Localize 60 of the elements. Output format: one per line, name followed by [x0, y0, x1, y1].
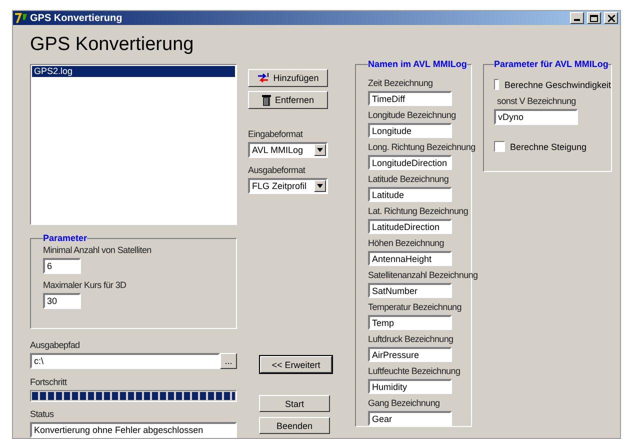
- input-field[interactable]: 6: [43, 258, 81, 274]
- minimize-button[interactable]: [570, 12, 584, 24]
- group-title: Namen im AVL MMILog: [368, 59, 467, 69]
- field-label: Ausgabepfad: [30, 340, 80, 351]
- input-field[interactable]: TimeDiff: [368, 91, 452, 106]
- field-label: Status: [30, 409, 54, 420]
- start-button[interactable]: Start: [259, 395, 330, 412]
- file-list-item[interactable]: GPS2.log: [32, 66, 235, 77]
- path-field[interactable]: c:\: [30, 353, 220, 369]
- page-heading: GPS Konvertierung: [30, 34, 195, 56]
- field-label: Ausgabeformat: [248, 165, 306, 176]
- input-field[interactable]: Temp: [368, 315, 452, 330]
- maximize-button[interactable]: [587, 12, 601, 24]
- window-title: GPS Konvertierung: [30, 12, 124, 24]
- field-label: Longitude Bezeichnung: [368, 110, 456, 121]
- add-arrows-icon: [257, 72, 270, 84]
- field-label: Höhen Bezeichnung: [368, 238, 444, 249]
- field-label: sonst V Bezeichnung: [497, 96, 576, 107]
- remove-button[interactable]: Entfernen: [248, 91, 328, 109]
- field-label: Maximaler Kurs für 3D: [43, 280, 126, 291]
- file-list[interactable]: GPS2.log: [30, 64, 237, 225]
- slope-checkbox[interactable]: Berechne Steigung: [494, 141, 611, 152]
- input-field[interactable]: LatitudeDirection: [368, 219, 452, 234]
- input-field[interactable]: vDyno: [494, 109, 578, 125]
- field-label: Eingabeformat: [248, 129, 303, 140]
- input-field[interactable]: SatNumber: [368, 283, 452, 298]
- field-label: Lat. Richtung Bezeichnung: [368, 206, 468, 217]
- group-title: Parameter für AVL MMILog: [494, 59, 608, 69]
- speed-checkbox[interactable]: Berechne Geschwindigkeit: [494, 79, 611, 90]
- add-button[interactable]: Hinzufügen: [248, 69, 328, 87]
- field-label: Luftfeuchte Bezeichnung: [368, 366, 460, 377]
- field-label: Luftdruck Bezeichnung: [368, 334, 454, 345]
- field-label: Gang Bezeichnung: [368, 398, 440, 409]
- field-label: Satellitenanzahl Bezeichnung: [368, 270, 478, 281]
- field-label: Long. Richtung Bezeichnung: [368, 142, 476, 153]
- input-field[interactable]: Gear: [368, 411, 452, 426]
- maximize-icon: [590, 14, 598, 22]
- field-label: Zeit Bezeichnung: [368, 78, 433, 89]
- advanced-button[interactable]: << Erweitert: [260, 356, 332, 373]
- input-field[interactable]: Humidity: [368, 379, 452, 394]
- input-field[interactable]: AntennaHeight: [368, 251, 452, 266]
- close-button[interactable]: [604, 12, 618, 24]
- format-dropdown[interactable]: AVL MMILog: [248, 142, 328, 158]
- browse-button[interactable]: ...: [220, 353, 237, 369]
- format-dropdown[interactable]: FLG Zeitprofil: [248, 178, 328, 194]
- field-label: Latitude Bezeichnung: [368, 174, 449, 185]
- field-label: Temperatur Bezeichnung: [368, 302, 462, 313]
- field-label: Fortschritt: [30, 377, 67, 388]
- input-field[interactable]: AirPressure: [368, 347, 452, 362]
- group-title: Parameter: [43, 233, 88, 243]
- app-logo-icon: [15, 12, 27, 24]
- quit-button[interactable]: Beenden: [259, 417, 330, 434]
- trash-icon: [262, 94, 271, 106]
- field-label: Minimal Anzahl von Satelliten: [43, 245, 152, 256]
- input-field[interactable]: Latitude: [368, 187, 452, 202]
- close-icon: [608, 14, 614, 22]
- input-field[interactable]: LongitudeDirection: [368, 155, 452, 170]
- input-field[interactable]: 30: [43, 293, 81, 309]
- status-field: Konvertierung ohne Fehler abgeschlossen: [30, 422, 237, 438]
- input-field[interactable]: Longitude: [368, 123, 452, 138]
